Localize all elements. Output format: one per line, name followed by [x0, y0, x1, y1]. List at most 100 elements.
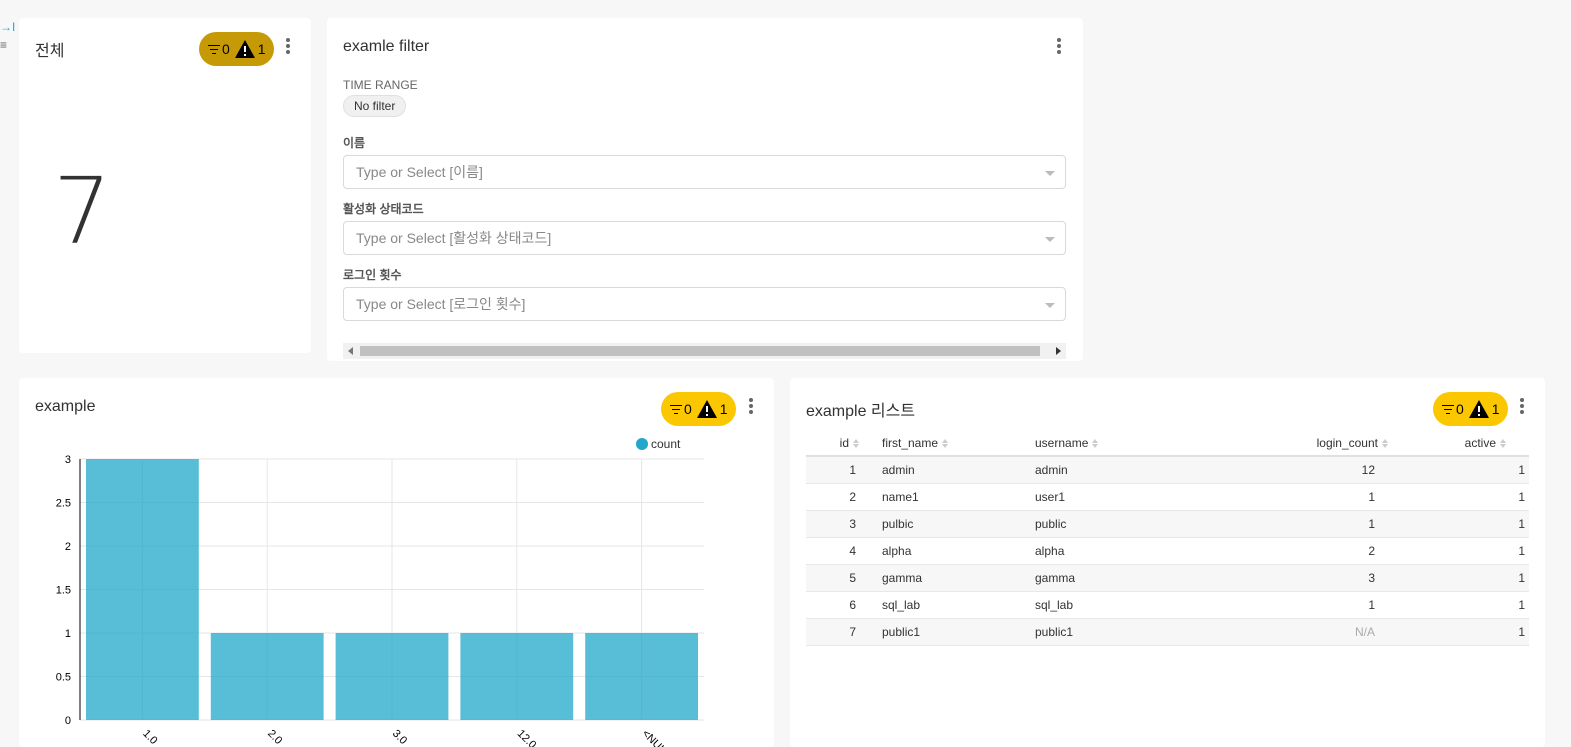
column-header-active[interactable]: active — [1399, 430, 1529, 457]
card-title: 전체 — [35, 43, 65, 60]
table-row[interactable]: 7 public1 public1 N/A 1 — [806, 618, 1529, 646]
filter-count: 0 — [1456, 401, 1464, 417]
cell-username: public1 — [1035, 618, 1195, 646]
cell-login-count: 1 — [1195, 483, 1399, 511]
filter-label-name: 이름 — [343, 136, 366, 150]
sort-icon[interactable] — [853, 438, 860, 448]
cell-login-count: N/A — [1195, 618, 1399, 646]
cell-username: sql_lab — [1035, 591, 1195, 619]
cell-first-name: alpha — [866, 537, 1035, 565]
cell-id: 7 — [806, 618, 866, 646]
y-tick-label: 0 — [65, 715, 71, 727]
warning-count: 1 — [1491, 401, 1500, 417]
bar-chart: 0 0.5 1 1.5 2 2.5 3 1.0 2.0 3.0 12.0 <NULL> count — [56, 437, 704, 747]
cell-id: 3 — [806, 510, 866, 538]
chevron-down-icon — [1045, 171, 1055, 176]
cell-active: 1 — [1399, 456, 1529, 484]
table-row[interactable]: 4 alpha alpha 2 1 — [806, 537, 1529, 565]
big-number-card: 전체 0 1 7 — [19, 18, 311, 353]
filter-icon — [1441, 404, 1454, 415]
cell-username: user1 — [1035, 483, 1195, 511]
more-options-icon[interactable] — [284, 38, 292, 58]
sort-icon[interactable] — [1500, 438, 1507, 448]
table-row[interactable]: 2 name1 user1 1 1 — [806, 483, 1529, 511]
scroll-left-icon[interactable] — [348, 347, 353, 355]
column-header-login-count[interactable]: login_count — [1195, 430, 1399, 457]
active-code-filter-select[interactable]: Type or Select [활성화 상태코드] — [343, 221, 1066, 255]
select-placeholder: Type or Select [이름] — [356, 164, 483, 180]
chart-card: example 0 1 0 0.5 1 1.5 2 2.5 3 1.0 2.0 3.0 12.0 <N… — [19, 378, 774, 747]
bar[interactable] — [585, 633, 698, 720]
cell-login-count: 1 — [1195, 510, 1399, 538]
scrollbar-thumb[interactable] — [360, 346, 1040, 356]
cell-id: 5 — [806, 564, 866, 592]
horizontal-scrollbar[interactable] — [343, 343, 1066, 359]
filter-icon[interactable]: ≡ — [0, 38, 14, 52]
name-filter-select[interactable]: Type or Select [이름] — [343, 155, 1066, 189]
table-row[interactable]: 5 gamma gamma 3 1 — [806, 564, 1529, 592]
filter-label-active-code: 활성화 상태코드 — [343, 202, 424, 216]
y-tick-label: 0.5 — [56, 672, 71, 684]
y-tick-label: 3 — [65, 454, 71, 466]
select-placeholder: Type or Select [로그인 횟수] — [356, 296, 526, 312]
warning-icon — [1468, 400, 1489, 418]
sort-icon[interactable] — [1382, 438, 1389, 448]
more-options-icon[interactable] — [1518, 398, 1526, 418]
cell-login-count: 3 — [1195, 564, 1399, 592]
cell-login-count: 1 — [1195, 591, 1399, 619]
y-tick-label: 1 — [65, 628, 71, 640]
bar[interactable] — [335, 633, 449, 720]
legend-label[interactable]: count — [651, 437, 681, 451]
filter-warning-badge[interactable]: 0 1 — [1433, 392, 1508, 426]
cell-active: 1 — [1399, 591, 1529, 619]
bar[interactable] — [210, 633, 324, 720]
cell-first-name: name1 — [866, 483, 1035, 511]
sort-icon[interactable] — [1092, 438, 1099, 448]
cell-active: 1 — [1399, 483, 1529, 511]
time-range-chip[interactable]: No filter — [343, 95, 407, 117]
cell-first-name: admin — [866, 456, 1035, 484]
chevron-down-icon — [1045, 303, 1055, 308]
cell-first-name: sql_lab — [866, 591, 1035, 619]
filter-warning-badge[interactable]: 0 1 — [199, 32, 274, 66]
expand-icon[interactable]: →I — [0, 20, 15, 34]
cell-active: 1 — [1399, 510, 1529, 538]
y-tick-label: 1.5 — [56, 585, 71, 597]
cell-id: 1 — [806, 456, 866, 484]
column-header-first-name[interactable]: first_name — [866, 430, 1035, 457]
filter-count: 0 — [222, 41, 230, 57]
cell-first-name: gamma — [866, 564, 1035, 592]
filter-card: examle filter TIME RANGE No filter 이름 Ty… — [327, 18, 1083, 361]
cell-login-count: 12 — [1195, 456, 1399, 484]
sort-icon[interactable] — [942, 438, 949, 448]
table-header-row: id first_name username login_count activ… — [806, 430, 1529, 457]
select-placeholder: Type or Select [활성화 상태코드] — [356, 230, 552, 246]
legend-swatch[interactable] — [636, 438, 648, 450]
time-range-label: TIME RANGE — [343, 78, 418, 92]
cell-id: 6 — [806, 591, 866, 619]
cell-id: 2 — [806, 483, 866, 511]
cell-active: 1 — [1399, 618, 1529, 646]
table-row[interactable]: 3 pulbic public 1 1 — [806, 510, 1529, 538]
login-count-filter-select[interactable]: Type or Select [로그인 횟수] — [343, 287, 1066, 321]
table-card: example 리스트 0 1 id first_name username l… — [790, 378, 1545, 747]
column-header-username[interactable]: username — [1035, 430, 1195, 457]
cell-username: gamma — [1035, 564, 1195, 592]
table-row[interactable]: 6 sql_lab sql_lab 1 1 — [806, 591, 1529, 619]
x-tick-label: <NULL> — [639, 728, 676, 747]
bar[interactable] — [86, 459, 199, 720]
column-header-id[interactable]: id — [806, 430, 866, 457]
big-number-value: 7 — [53, 158, 112, 265]
x-tick-label: 2.0 — [265, 728, 284, 747]
cell-username: public — [1035, 510, 1195, 538]
cell-active: 1 — [1399, 537, 1529, 565]
y-tick-label: 2.5 — [56, 498, 71, 510]
cell-first-name: pulbic — [866, 510, 1035, 538]
y-tick-label: 2 — [65, 541, 71, 553]
card-title: examle filter — [343, 38, 430, 55]
bar[interactable] — [460, 633, 574, 720]
table-row[interactable]: 1 admin admin 12 1 — [806, 456, 1529, 484]
card-title: example 리스트 — [806, 403, 916, 420]
scroll-right-icon[interactable] — [1056, 347, 1061, 355]
more-options-icon[interactable] — [1055, 38, 1063, 58]
